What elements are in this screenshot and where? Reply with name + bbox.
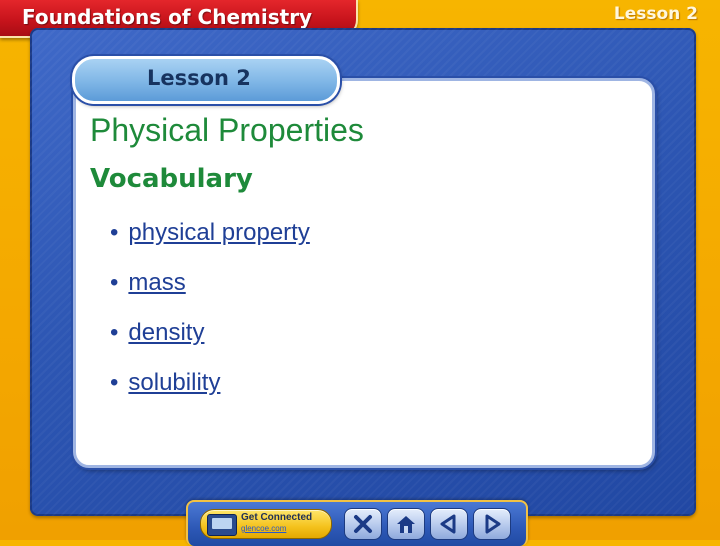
bullet: • (110, 319, 119, 346)
lesson-indicator: Lesson 2 (613, 4, 698, 24)
computer-monitor-icon (207, 514, 237, 536)
previous-arrow-icon (440, 514, 456, 534)
page-title: Physical Properties (90, 112, 364, 148)
get-connected-url: glencoe.com (241, 524, 287, 533)
section-subtitle: Vocabulary (90, 164, 253, 194)
list-item: • physical property (110, 219, 310, 269)
next-arrow-icon (485, 514, 501, 534)
vocab-link-solubility[interactable]: solubility (128, 369, 220, 396)
home-button[interactable] (387, 508, 425, 540)
vocab-link-density[interactable]: density (128, 319, 204, 346)
vocab-link-physical-property[interactable]: physical property (128, 219, 309, 246)
close-button[interactable] (344, 508, 382, 540)
get-connected-button[interactable]: Get Connected glencoe.com (200, 509, 332, 539)
vocabulary-list: • physical property • mass • density • solub… (110, 219, 310, 419)
navigation-bar: Get Connected glencoe.com (186, 500, 528, 546)
home-icon (397, 516, 415, 533)
next-button[interactable] (473, 508, 511, 540)
vocab-link-mass[interactable]: mass (128, 269, 185, 296)
bullet: • (110, 219, 119, 246)
bullet: • (110, 369, 119, 396)
list-item: • density (110, 319, 310, 369)
list-item: • mass (110, 269, 310, 319)
list-item: • solubility (110, 369, 310, 419)
close-icon (354, 515, 372, 533)
previous-button[interactable] (430, 508, 468, 540)
get-connected-text: Get Connected glencoe.com (241, 512, 312, 534)
lesson-tab: Lesson 2 (72, 56, 340, 104)
app-title: Foundations of Chemistry (22, 5, 313, 29)
lesson-tab-label: Lesson 2 (147, 66, 251, 90)
get-connected-label: Get Connected (241, 512, 313, 523)
bullet: • (110, 269, 119, 296)
